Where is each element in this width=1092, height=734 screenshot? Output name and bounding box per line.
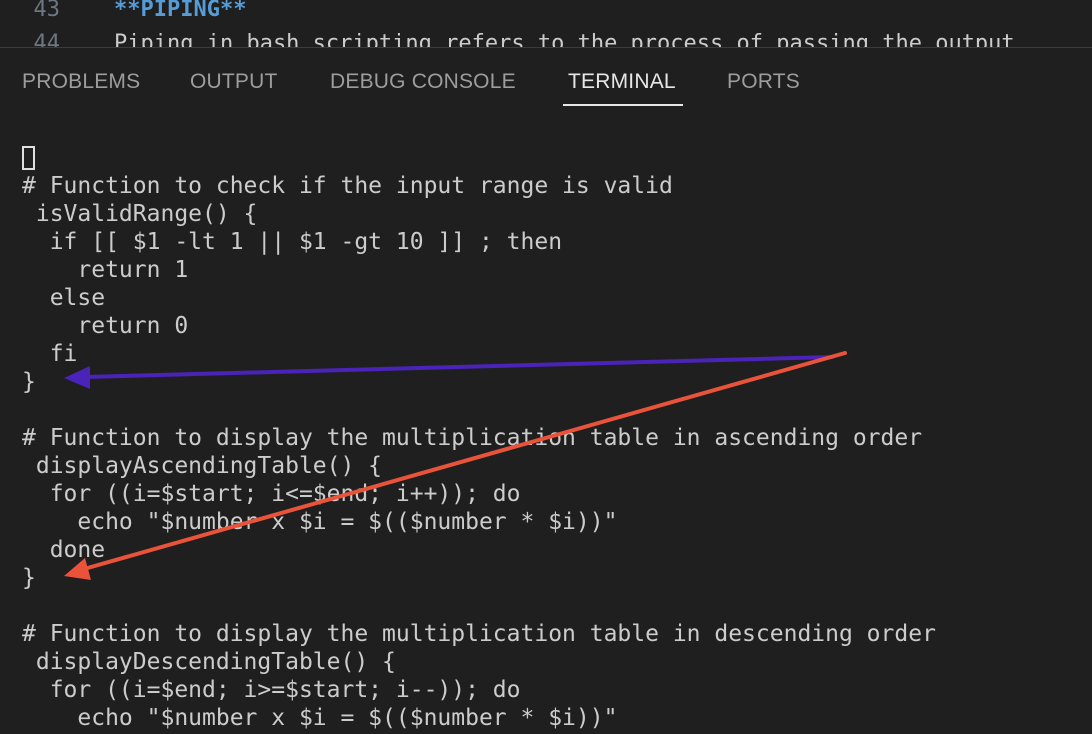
terminal-line: done [22, 537, 106, 563]
terminal-line: # Function to check if the input range i… [22, 173, 673, 199]
terminal-line: # Function to display the multiplication… [22, 621, 936, 647]
terminal-line: else [22, 285, 106, 311]
terminal-cursor [22, 146, 35, 170]
editor-line-text: Piping in bash scripting refers to the p… [114, 31, 1015, 48]
editor-line-43[interactable]: 43 **PIPING** [0, 0, 247, 24]
panel-tab-bar: PROBLEMS OUTPUT DEBUG CONSOLE TERMINAL P… [0, 48, 1092, 110]
terminal-line: isValidRange() { [22, 201, 258, 227]
terminal-line: for ((i=$start; i<=$end; i++)); do [22, 481, 521, 507]
editor-line-text: **PIPING** [114, 0, 247, 22]
editor-line-44[interactable]: 44 Piping in bash scripting refers to th… [0, 30, 1015, 48]
terminal-line: } [22, 369, 36, 395]
terminal-line: return 0 [22, 313, 189, 339]
terminal-line: } [22, 565, 36, 591]
terminal-line: return 1 [22, 257, 189, 283]
tab-output[interactable]: OUTPUT [190, 70, 278, 106]
active-tab-indicator [563, 104, 683, 106]
tab-debug-console[interactable]: DEBUG CONSOLE [330, 70, 516, 106]
tab-ports[interactable]: PORTS [727, 70, 800, 106]
terminal-line: echo "$number x $i = $(($number * $i))" [22, 705, 618, 731]
line-number: 44 [33, 31, 61, 48]
terminal-line: displayDescendingTable() { [22, 649, 396, 675]
editor-area[interactable]: 43 **PIPING** 44 Piping in bash scriptin… [0, 0, 1092, 48]
line-number: 43 [33, 0, 61, 22]
terminal-line: # Function to display the multiplication… [22, 425, 923, 451]
tab-problems[interactable]: PROBLEMS [22, 70, 140, 106]
tab-terminal[interactable]: TERMINAL [568, 70, 676, 106]
terminal-line: echo "$number x $i = $(($number * $i))" [22, 509, 618, 535]
terminal-line: fi [22, 341, 78, 367]
terminal-line: for ((i=$end; i>=$start; i--)); do [22, 677, 521, 703]
terminal-view[interactable]: # Function to check if the input range i… [0, 110, 1092, 734]
terminal-line: displayAscendingTable() { [22, 453, 383, 479]
terminal-line: if [[ $1 -lt 1 || $1 -gt 10 ]] ; then [22, 229, 563, 255]
